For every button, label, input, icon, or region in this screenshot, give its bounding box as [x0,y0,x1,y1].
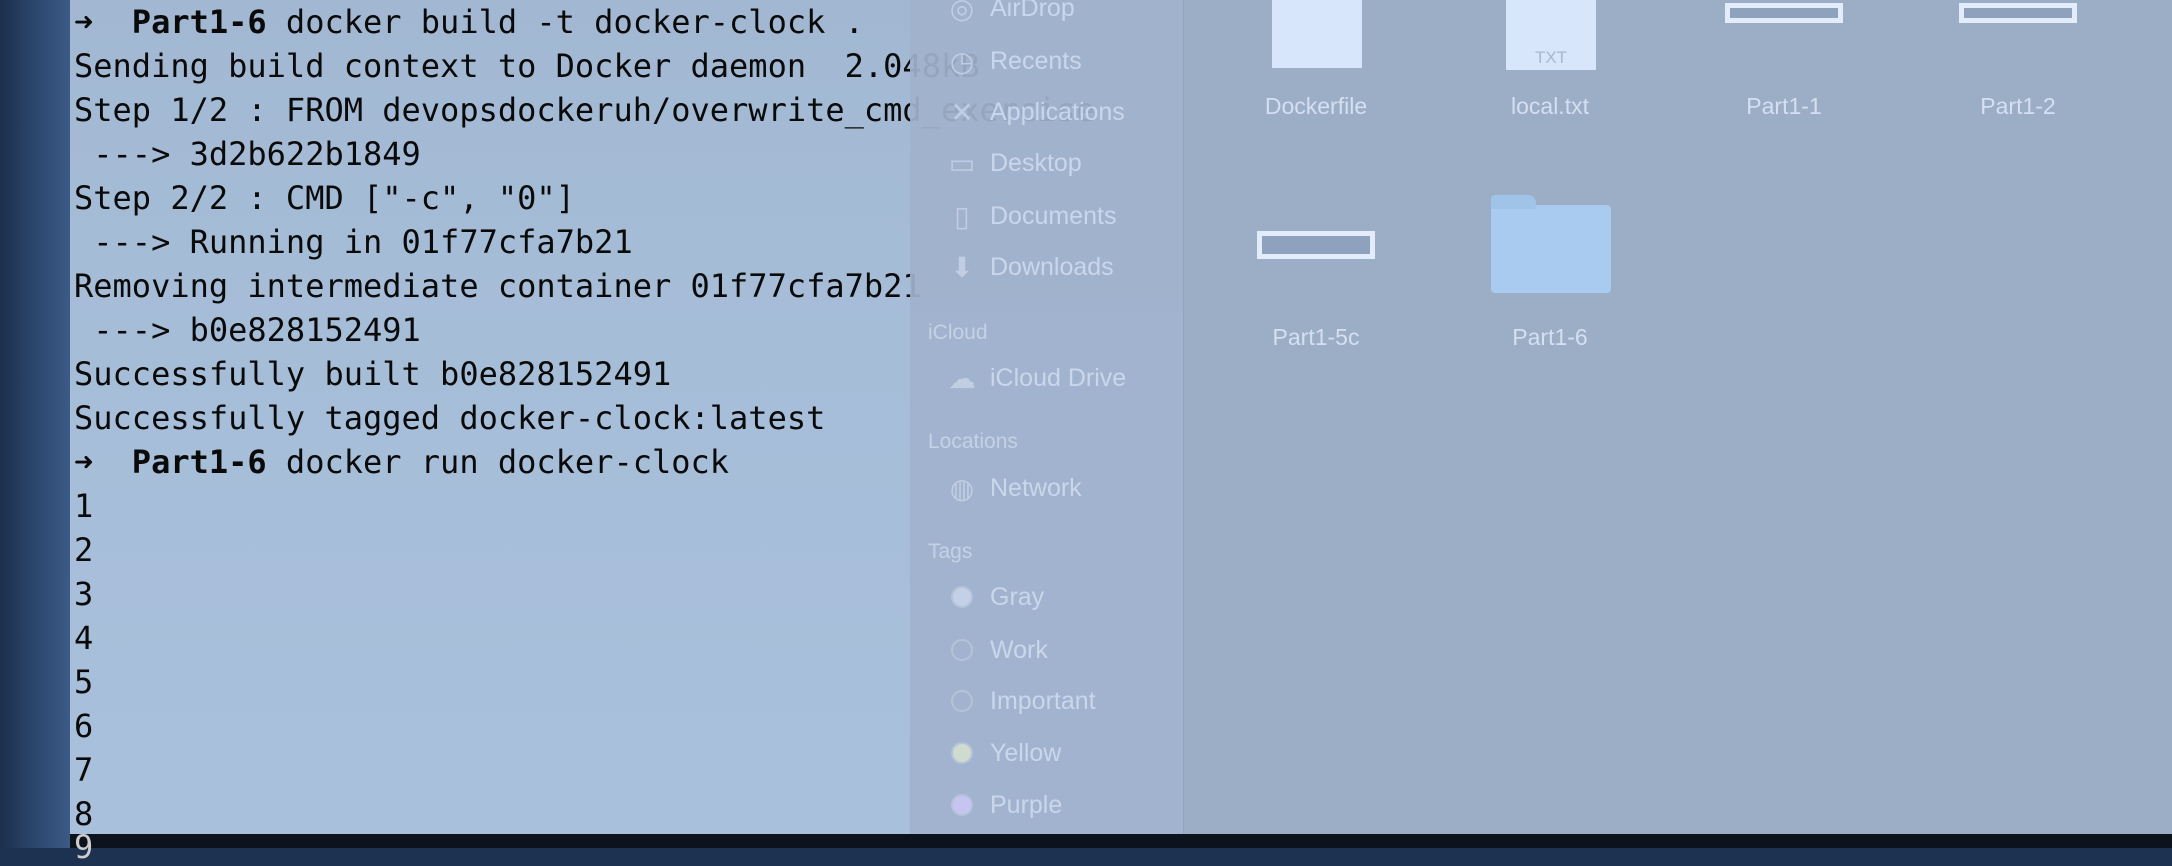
sidebar-item[interactable]: ☁ iCloud Drive [910,358,1126,398]
sidebar-item-label: Network [990,473,1082,502]
sidebar-item-label: Work [990,635,1048,664]
shell-prompt: ➜ Part1-6 [74,443,267,481]
sidebar-item[interactable]: Purple [910,785,1062,825]
sidebar-item[interactable]: ✕ Applications [910,92,1125,132]
sidebar-item[interactable]: Important [910,681,1096,721]
file-item[interactable]: Part1-1 [1684,0,1884,360]
sidebar-section-header: Tags [928,540,973,563]
sidebar-item[interactable]: ⬇ Downloads [910,247,1114,287]
tag-dot-icon [944,735,980,771]
tag-dot-icon [944,632,980,668]
sidebar-item[interactable]: ◍ Network [910,468,1082,508]
sidebar-item[interactable]: ◷ Recents [910,41,1082,81]
sidebar-item-label: Recents [990,46,1082,75]
terminal-bottom-edge: 9 [70,828,2172,866]
image-thumbnail-icon [1959,3,2077,23]
finder-sidebar: ◎ AirDrop ◷ Recents ✕ Applications ▭ Desktop ▯ Do… [910,0,1184,834]
file-name: Part1-5c [1272,324,1360,350]
file-item[interactable]: Part1-2 [1918,0,2118,360]
sidebar-item-label: Desktop [990,148,1082,177]
sidebar-item-label: Purple [990,790,1063,819]
tag-dot-icon [944,787,980,823]
file-name: Part1-1 [1746,93,1822,119]
sidebar-item-label: Downloads [990,252,1114,281]
sidebar-item-label: Important [990,686,1096,715]
tag-dot-icon [944,683,980,719]
sidebar-item-label: AirDrop [990,0,1075,22]
command-text: docker run docker-clock [266,443,730,481]
folder-icon [1491,195,1611,293]
file-name: Part1-2 [1980,93,2056,119]
sidebar-item[interactable]: Gray [910,577,1044,617]
document-icon: ▯ [954,200,970,232]
image-thumbnail-icon [1257,231,1375,259]
globe-icon: ◍ [949,472,975,504]
sidebar-item[interactable]: ◎ AirDrop [910,0,1075,28]
sidebar-item-label: Documents [990,201,1117,230]
sidebar-item[interactable]: Work [910,630,1048,670]
sidebar-item[interactable]: ▭ Desktop [910,143,1082,183]
sidebar-item-label: Yellow [990,738,1062,767]
shell-prompt: ➜ Part1-6 [74,3,267,41]
tag-dot-icon [944,579,980,615]
clock-icon: ◷ [949,45,975,77]
sidebar-item-label: Applications [990,97,1125,126]
file-name: Part1-6 [1512,324,1588,350]
sidebar-item[interactable]: Yellow [910,733,1061,773]
file-item[interactable]: Part1-5c [1216,0,1416,360]
file-item[interactable]: Part1-6 [1450,0,1650,360]
terminal-partial-line: 9 [74,828,94,866]
applications-icon: ✕ [950,96,974,128]
sidebar-item-label: Gray [990,582,1045,611]
command-text: docker build -t docker-clock . [266,3,864,41]
finder-file-area: Dockerfile TXT local.txt Part1-1 Part1-2 Part… [1184,0,2172,834]
image-thumbnail-icon [1725,3,1843,23]
desktop-icon: ▭ [948,147,976,179]
download-icon: ⬇ [950,251,974,283]
airdrop-icon: ◎ [949,0,975,24]
sidebar-item-label: iCloud Drive [990,363,1127,392]
cloud-icon: ☁ [948,362,976,394]
sidebar-section-header: Locations [928,430,1018,453]
sidebar-section-header: iCloud [928,321,988,344]
sidebar-item[interactable]: ▯ Documents [910,196,1116,236]
